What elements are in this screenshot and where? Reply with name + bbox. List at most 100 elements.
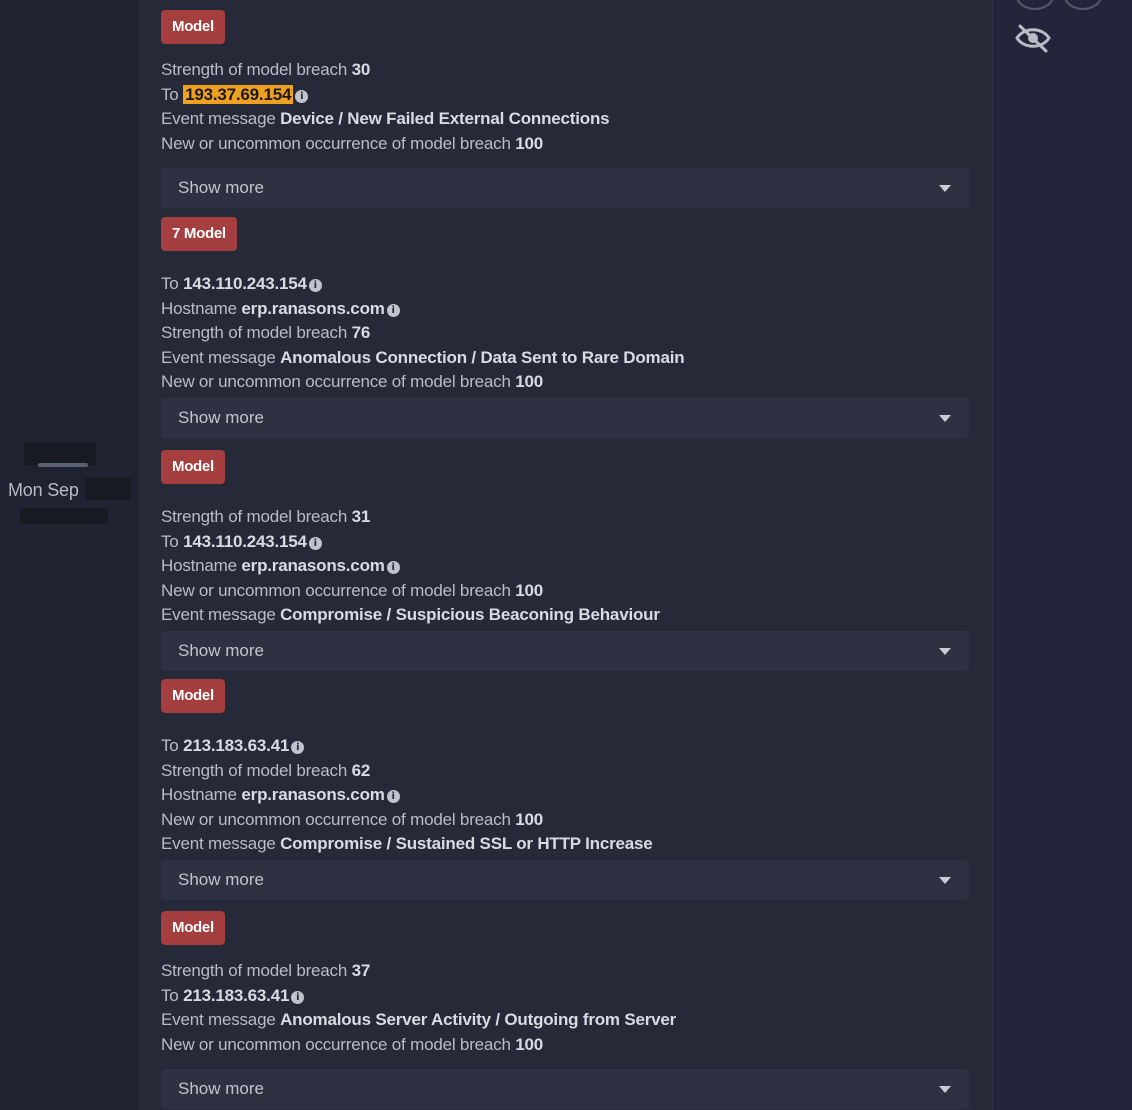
detail-line: To 143.110.243.154 i: [161, 530, 322, 554]
detail-value[interactable]: 213.183.63.41: [183, 736, 289, 755]
info-icon[interactable]: i: [291, 991, 305, 1004]
info-icon[interactable]: i: [295, 90, 309, 103]
eye-hidden-icon[interactable]: [1014, 22, 1052, 59]
chevron-down-icon: [939, 185, 951, 192]
model-badge[interactable]: Model: [161, 679, 225, 713]
detail-key: Strength of model breach: [161, 60, 348, 79]
detail-value[interactable]: 37: [352, 961, 371, 980]
detail-line: To 143.110.243.154 i: [161, 272, 322, 296]
chevron-down-icon: [939, 648, 951, 655]
date-gutter: Mon Sep: [0, 0, 138, 1110]
redacted-block: [24, 443, 96, 465]
detail-value[interactable]: 100: [515, 1035, 543, 1054]
detail-line: Event message Compromise / Suspicious Be…: [161, 603, 660, 627]
detail-line: Event message Compromise / Sustained SSL…: [161, 832, 653, 856]
model-badge[interactable]: 7 Model: [161, 217, 237, 251]
detail-value[interactable]: 62: [352, 761, 371, 780]
detail-value[interactable]: Anomalous Server Activity / Outgoing fro…: [280, 1010, 676, 1029]
detail-value[interactable]: 100: [515, 810, 543, 829]
redacted-underline: [38, 463, 88, 467]
detail-line: Strength of model breach 62: [161, 759, 370, 783]
detail-key: New or uncommon occurrence of model brea…: [161, 1035, 511, 1054]
detail-key: Event message: [161, 109, 276, 128]
detail-line: Hostname erp.ranasons.com i: [161, 297, 400, 321]
model-breach-card: Model Strength of model breach 31 To 143.1…: [161, 450, 971, 671]
chevron-down-icon: [939, 415, 951, 422]
detail-key: To: [161, 986, 179, 1005]
circle-button[interactable]: [1063, 0, 1103, 10]
detail-value[interactable]: erp.ranasons.com: [241, 556, 384, 575]
detail-value[interactable]: Compromise / Suspicious Beaconing Behavi…: [280, 605, 660, 624]
detail-value[interactable]: Device / New Failed External Connections: [280, 109, 609, 128]
detail-line: To 193.37.69.154 i: [161, 83, 309, 107]
model-breach-card: 7 Model To 143.110.243.154 i Hostname erp.r…: [161, 217, 971, 438]
detail-key: Strength of model breach: [161, 961, 348, 980]
model-breach-card: Model Strength of model breach 37 To 213.1…: [161, 911, 971, 1109]
redacted-block: [85, 478, 131, 500]
detail-line: New or uncommon occurrence of model brea…: [161, 132, 543, 156]
detail-key: To: [161, 274, 179, 293]
detail-value[interactable]: 213.183.63.41: [183, 986, 289, 1005]
show-more-button[interactable]: Show more: [161, 860, 969, 900]
detail-key: Event message: [161, 348, 276, 367]
detail-key: Hostname: [161, 299, 237, 318]
show-more-label: Show more: [178, 1079, 264, 1098]
detail-value[interactable]: 193.37.69.154: [183, 85, 294, 104]
info-icon[interactable]: i: [386, 790, 400, 803]
detail-value[interactable]: 143.110.243.154: [183, 532, 307, 551]
info-icon[interactable]: i: [386, 561, 400, 574]
detail-line: Strength of model breach 30: [161, 58, 370, 82]
show-more-button[interactable]: Show more: [161, 631, 969, 671]
chevron-down-icon: [939, 1086, 951, 1093]
detail-line: New or uncommon occurrence of model brea…: [161, 579, 543, 603]
detail-line: Hostname erp.ranasons.com i: [161, 554, 400, 578]
detail-value[interactable]: 100: [515, 134, 543, 153]
model-badge[interactable]: Model: [161, 450, 225, 484]
info-icon[interactable]: i: [308, 537, 322, 550]
detail-key: Strength of model breach: [161, 761, 348, 780]
detail-value[interactable]: Compromise / Sustained SSL or HTTP Incre…: [280, 834, 653, 853]
detail-value[interactable]: 76: [352, 323, 371, 342]
model-badge[interactable]: Model: [161, 911, 225, 945]
detail-key: New or uncommon occurrence of model brea…: [161, 134, 511, 153]
detail-key: New or uncommon occurrence of model brea…: [161, 810, 511, 829]
detail-key: Event message: [161, 1010, 276, 1029]
detail-line: New or uncommon occurrence of model brea…: [161, 370, 543, 394]
detail-value[interactable]: erp.ranasons.com: [241, 785, 384, 804]
detail-key: Strength of model breach: [161, 507, 348, 526]
detail-value[interactable]: 143.110.243.154: [183, 274, 307, 293]
right-panel: [992, 0, 1132, 1110]
detail-line: Event message Anomalous Server Activity …: [161, 1008, 676, 1032]
show-more-button[interactable]: Show more: [161, 168, 969, 208]
detail-value[interactable]: 100: [515, 581, 543, 600]
detail-line: Hostname erp.ranasons.com i: [161, 783, 400, 807]
model-breach-card: Model Strength of model breach 30 To 193.3…: [161, 10, 971, 208]
detail-key: To: [161, 85, 179, 104]
chevron-down-icon: [939, 877, 951, 884]
model-badge[interactable]: Model: [161, 10, 225, 44]
circle-button[interactable]: [1015, 0, 1055, 10]
detail-value[interactable]: 31: [352, 507, 371, 526]
detail-value[interactable]: erp.ranasons.com: [241, 299, 384, 318]
detail-value[interactable]: 30: [352, 60, 371, 79]
model-breach-card: Model To 213.183.63.41 i Strength of model …: [161, 679, 971, 900]
detail-key: New or uncommon occurrence of model brea…: [161, 581, 511, 600]
detail-value[interactable]: 100: [515, 372, 543, 391]
detail-key: Event message: [161, 605, 276, 624]
show-more-button[interactable]: Show more: [161, 1069, 969, 1109]
show-more-button[interactable]: Show more: [161, 398, 969, 438]
detail-key: To: [161, 532, 179, 551]
show-more-label: Show more: [178, 178, 264, 197]
detail-key: To: [161, 736, 179, 755]
info-icon[interactable]: i: [386, 304, 400, 317]
show-more-label: Show more: [178, 408, 264, 427]
detail-key: Strength of model breach: [161, 323, 348, 342]
info-icon[interactable]: i: [291, 741, 305, 754]
detail-key: New or uncommon occurrence of model brea…: [161, 372, 511, 391]
detail-line: Strength of model breach 37: [161, 959, 370, 983]
detail-line: To 213.183.63.41 i: [161, 734, 305, 758]
info-icon[interactable]: i: [308, 279, 322, 292]
detail-line: To 213.183.63.41 i: [161, 984, 305, 1008]
detail-value[interactable]: Anomalous Connection / Data Sent to Rare…: [280, 348, 685, 367]
detail-line: Strength of model breach 76: [161, 321, 370, 345]
